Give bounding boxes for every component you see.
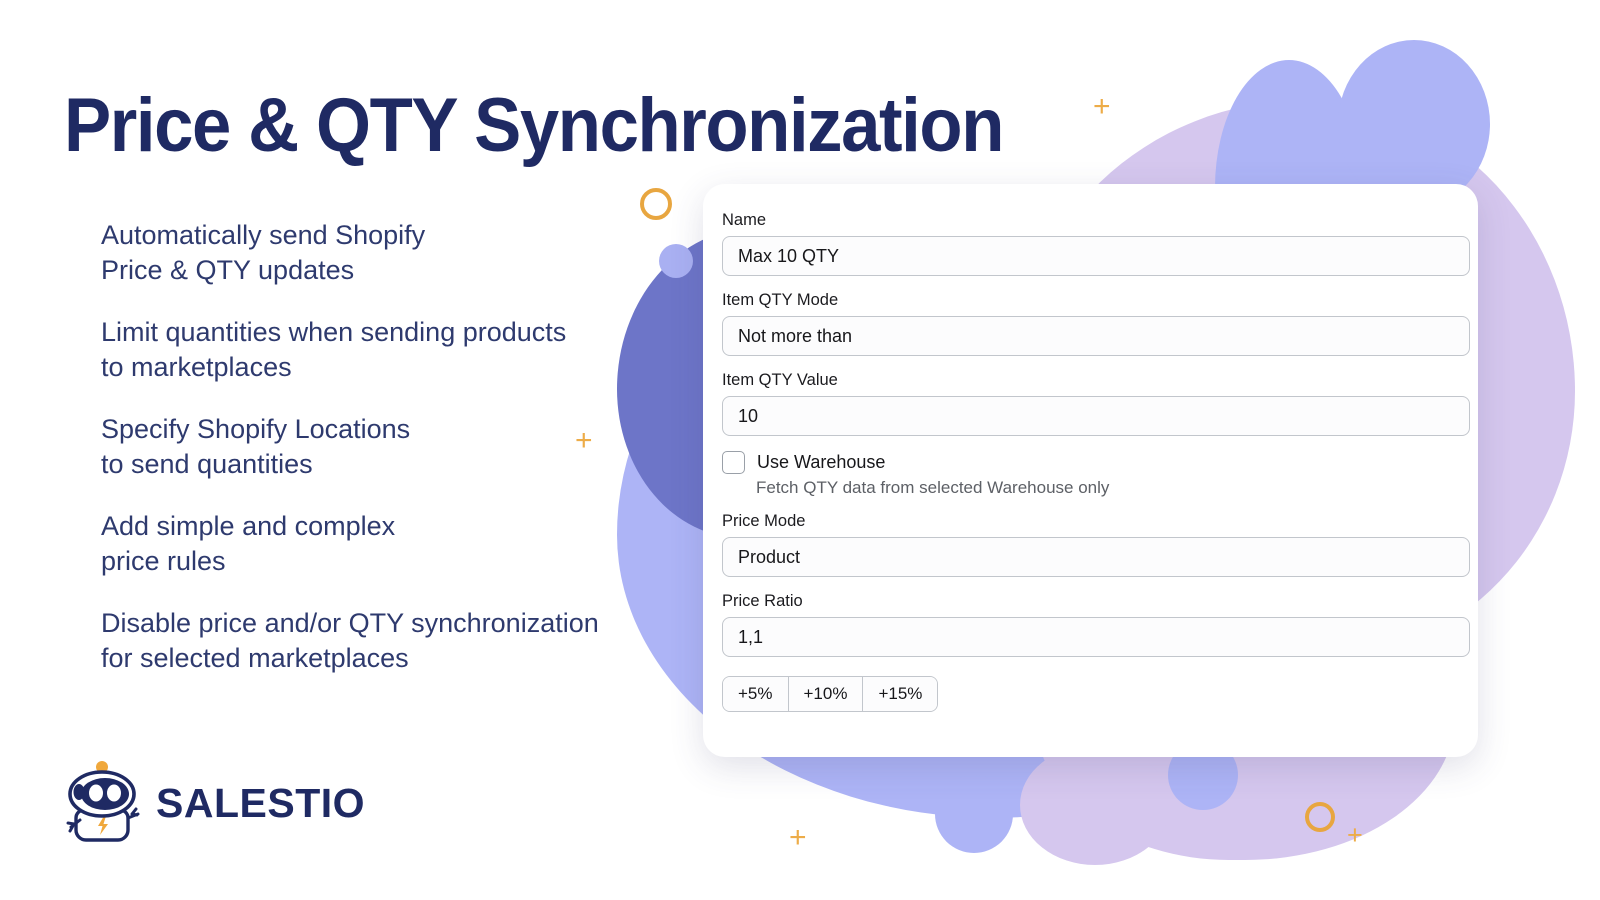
field-name-label: Name (722, 211, 1470, 230)
periwinkle-dot-on-slate (659, 244, 693, 278)
list-item: Disable price and/or QTY synchronization… (101, 608, 599, 673)
feature-list: Automatically send Shopify Price & QTY u… (101, 218, 661, 703)
quick-ratio-button-15[interactable]: +15% (863, 677, 938, 711)
lavender-blob-bottom (1020, 745, 1170, 865)
quick-ratio-button-5[interactable]: +5% (723, 677, 789, 711)
periwinkle-circle-bottom-left (935, 775, 1013, 853)
page-title: Price & QTY Synchronization (64, 83, 1004, 168)
list-item: Limit quantities when sending products t… (101, 317, 567, 382)
orange-ring-icon-lower (1305, 802, 1335, 832)
item-qty-mode-label: Item QTY Mode (722, 291, 839, 309)
orange-plus-icon-top: + (1093, 90, 1111, 123)
price-mode-label: Price Mode (722, 512, 806, 530)
orange-ring-icon-upper (640, 188, 672, 220)
periwinkle-circle-small (1222, 126, 1284, 188)
use-warehouse-label: Use Warehouse (757, 452, 886, 472)
settings-card: Name Max 10 QTY Item QTY Mode Not more t… (703, 184, 1478, 757)
name-input[interactable]: Max 10 QTY (722, 236, 1470, 276)
periwinkle-circle-top (1338, 40, 1490, 208)
orange-plus-icon-bottom-left: + (789, 821, 807, 854)
robot-mascot-icon (62, 758, 142, 849)
item-qty-value-input[interactable]: 10 (722, 396, 1470, 436)
price-ratio-label: Price Ratio (722, 592, 803, 610)
price-mode-select[interactable]: Product (722, 537, 1470, 577)
slide: + + + + Price & QTY Synchronization Auto… (0, 0, 1600, 900)
use-warehouse-helper-text: Fetch QTY data from selected Warehouse o… (756, 478, 1110, 497)
list-item: Specify Shopify Locations to send quanti… (101, 414, 411, 479)
list-item: Add simple and complex price rules (101, 511, 396, 576)
item-qty-value-label: Item QTY Value (722, 371, 838, 389)
quick-ratio-button-10[interactable]: +10% (788, 677, 864, 711)
orange-plus-icon-bottom-right: + (1347, 820, 1363, 850)
list-item: Automatically send Shopify Price & QTY u… (101, 220, 426, 285)
item-qty-mode-select[interactable]: Not more than (722, 316, 1470, 356)
price-ratio-input[interactable]: 1,1 (722, 617, 1470, 657)
use-warehouse-row[interactable]: Use Warehouse (722, 451, 1470, 474)
brand-wordmark: SALESTIO (156, 780, 366, 826)
quick-ratio-button-group: +5% +10% +15% (722, 676, 939, 712)
name-label: Name (722, 211, 767, 229)
use-warehouse-checkbox[interactable] (722, 451, 745, 474)
brand-logo: SALESTIO (62, 758, 365, 849)
